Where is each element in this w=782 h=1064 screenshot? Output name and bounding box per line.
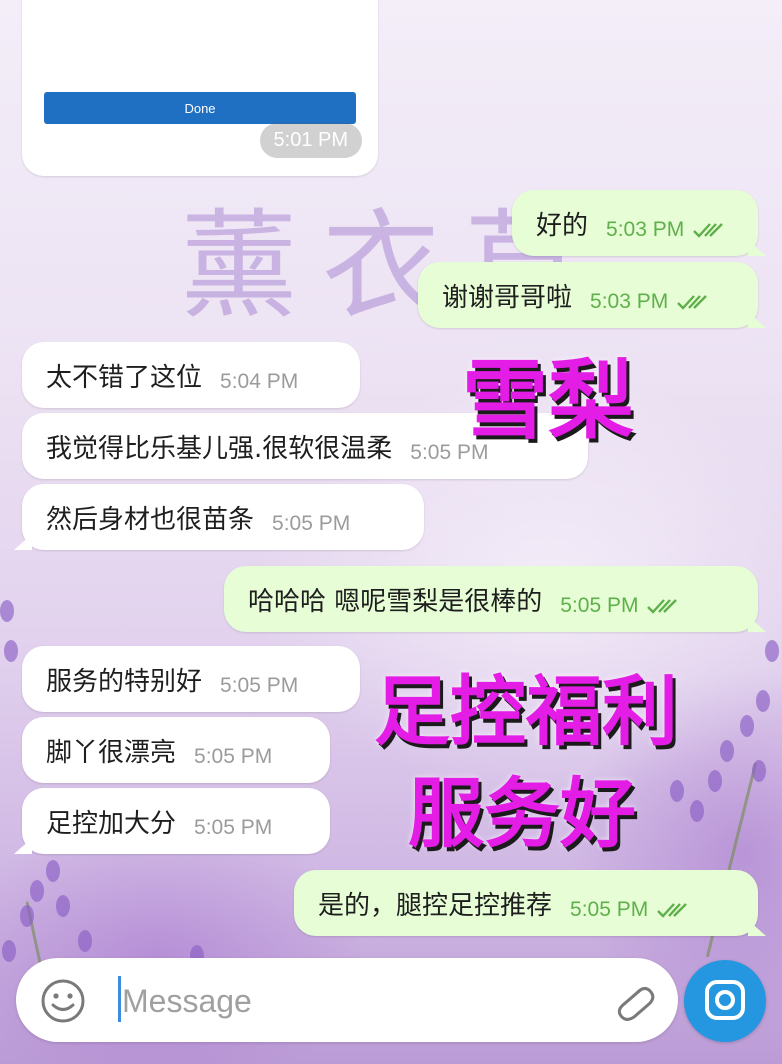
message-time: 5:04 PM bbox=[220, 370, 299, 393]
message-bubble-outgoing[interactable]: 是的，腿控足控推荐 5:05 PM bbox=[294, 870, 766, 936]
message-text: 太不错了这位 bbox=[46, 362, 203, 393]
message-bubble-outgoing[interactable]: 谢谢哥哥啦 5:03 PM bbox=[418, 262, 766, 328]
message-bubble-outgoing[interactable]: 哈哈哈 嗯呢雪梨是很棒的 5:05 PM bbox=[224, 566, 766, 632]
message-bubble-incoming[interactable]: 然后身材也很苗条 5:05 PM bbox=[14, 484, 424, 550]
message-bubble-incoming[interactable]: 服务的特别好 5:05 PM bbox=[22, 646, 360, 712]
camera-button[interactable] bbox=[684, 960, 766, 1042]
double-check-icon bbox=[692, 220, 726, 240]
paperclip-icon[interactable] bbox=[610, 976, 656, 1024]
message-time: 5:05 PM bbox=[272, 512, 351, 535]
emoji-icon[interactable] bbox=[40, 978, 86, 1024]
done-button[interactable]: Done bbox=[44, 92, 356, 124]
message-time: 5:03 PM bbox=[606, 218, 685, 241]
message-text: 好的 bbox=[536, 210, 589, 241]
form-card: Done 5:01 PM bbox=[22, 0, 378, 176]
camera-icon bbox=[703, 978, 747, 1025]
message-composer bbox=[16, 958, 678, 1042]
message-bubble-incoming[interactable]: 足控加大分 5:05 PM bbox=[14, 788, 330, 854]
message-time: 5:05 PM bbox=[194, 816, 273, 839]
message-bubble-incoming[interactable]: 脚丫很漂亮 5:05 PM bbox=[22, 717, 330, 783]
promo-overlay-text: 服务好 bbox=[408, 769, 636, 858]
message-text: 脚丫很漂亮 bbox=[46, 737, 177, 768]
message-text: 哈哈哈 嗯呢雪梨是很棒的 bbox=[248, 586, 543, 617]
message-bubble-outgoing[interactable]: 好的 5:03 PM bbox=[512, 190, 766, 256]
message-bubble-incoming[interactable]: 太不错了这位 5:04 PM bbox=[22, 342, 360, 408]
message-time: 5:05 PM bbox=[560, 594, 639, 617]
message-text: 然后身材也很苗条 bbox=[46, 504, 255, 535]
double-check-icon bbox=[656, 900, 690, 920]
double-check-icon bbox=[676, 292, 710, 312]
message-text: 服务的特别好 bbox=[46, 666, 203, 697]
message-text: 谢谢哥哥啦 bbox=[442, 282, 573, 313]
message-text: 足控加大分 bbox=[46, 808, 177, 839]
message-time: 5:03 PM bbox=[590, 290, 669, 313]
double-check-icon bbox=[646, 596, 680, 616]
message-text: 我觉得比乐基儿强.很软很温柔 bbox=[46, 433, 393, 464]
card-timestamp: 5:01 PM bbox=[259, 123, 362, 158]
message-text: 是的，腿控足控推荐 bbox=[318, 890, 553, 921]
message-time: 5:05 PM bbox=[194, 745, 273, 768]
message-time: 5:05 PM bbox=[570, 898, 649, 921]
message-input[interactable] bbox=[120, 976, 594, 1026]
message-time: 5:05 PM bbox=[220, 674, 299, 697]
promo-overlay-text: 雪梨 bbox=[462, 351, 634, 451]
promo-overlay-text: 足控福利 bbox=[374, 667, 678, 756]
